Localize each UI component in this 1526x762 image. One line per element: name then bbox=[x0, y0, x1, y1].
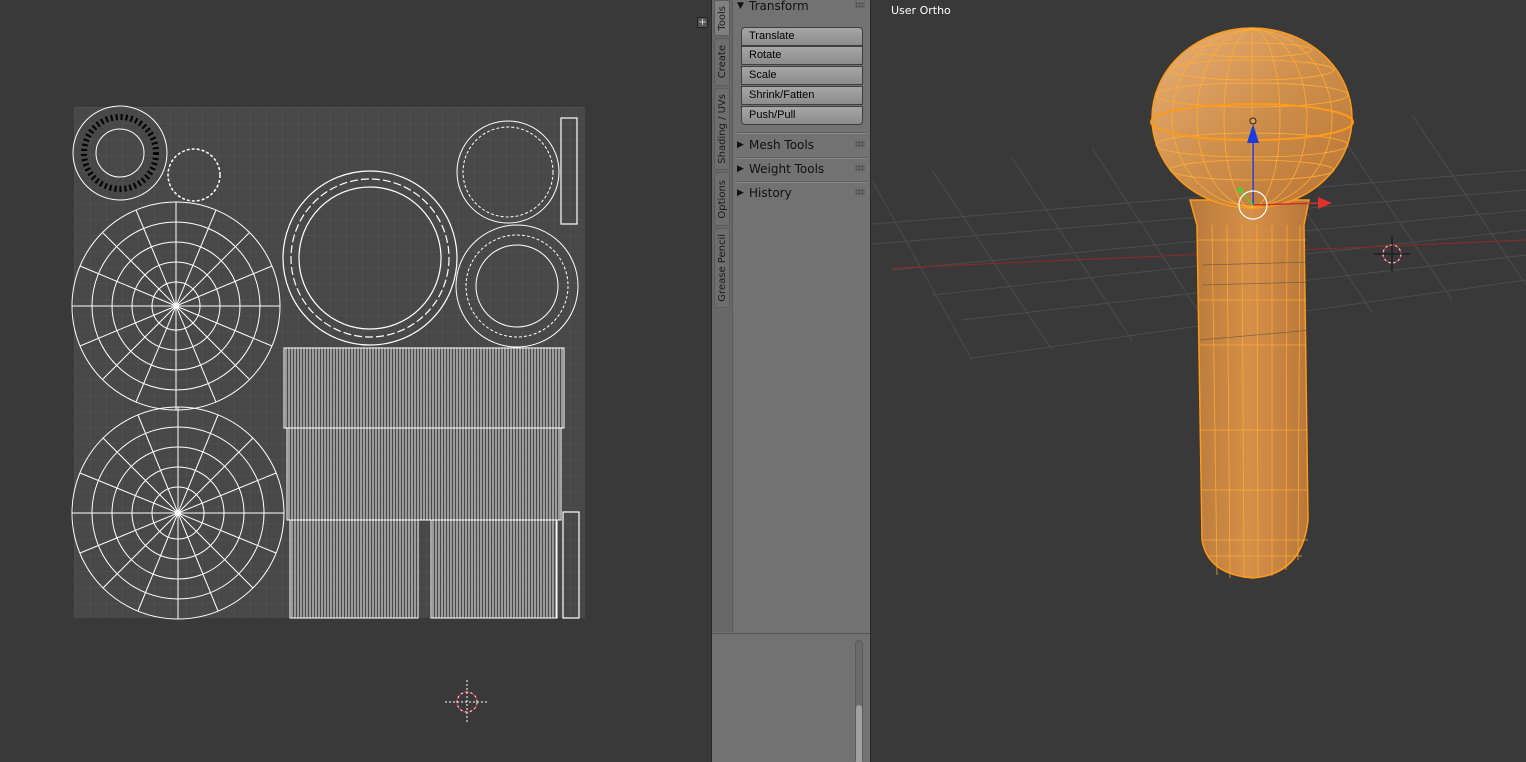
collapsed-arrow-icon: ▶ bbox=[737, 164, 744, 174]
operator-region bbox=[712, 633, 870, 762]
tool-shelf-tabs: Tools Create Shading / UVs Options Greas… bbox=[712, 0, 733, 632]
drag-grip-icon[interactable] bbox=[855, 189, 865, 195]
collapsed-arrow-icon: ▶ bbox=[737, 140, 744, 150]
uv-island-disc-top bbox=[71, 201, 281, 411]
panel-header-history[interactable]: ▶ History bbox=[737, 182, 867, 204]
panel-header-mesh-tools[interactable]: ▶ Mesh Tools bbox=[737, 134, 867, 156]
collapsed-arrow-icon: ▶ bbox=[737, 188, 744, 198]
tab-create[interactable]: Create bbox=[714, 38, 730, 86]
tool-shelf-panels: ▼ Transform Translate Rotate Scale Shrin… bbox=[733, 0, 870, 632]
panel-title-transform: Transform bbox=[749, 0, 809, 13]
3d-viewport[interactable]: User Ortho bbox=[872, 0, 1526, 762]
panel-title-mesh-tools: Mesh Tools bbox=[749, 138, 814, 152]
expanded-arrow-icon: ▼ bbox=[737, 1, 744, 11]
operator-scrollbar[interactable] bbox=[855, 640, 863, 762]
panel-header-transform[interactable]: ▼ Transform bbox=[737, 0, 867, 17]
scrollbar-thumb[interactable] bbox=[856, 705, 862, 762]
uv-canvas[interactable] bbox=[0, 0, 711, 762]
3d-cursor-icon bbox=[1374, 236, 1410, 272]
panel-header-weight-tools[interactable]: ▶ Weight Tools bbox=[737, 158, 867, 180]
mesh-body bbox=[1189, 199, 1310, 579]
view-label: User Ortho bbox=[891, 4, 951, 17]
tab-tools[interactable]: Tools bbox=[714, 0, 730, 36]
add-region-icon[interactable]: + bbox=[697, 17, 708, 28]
panel-title-history: History bbox=[749, 186, 792, 200]
drag-grip-icon[interactable] bbox=[855, 165, 865, 171]
drag-grip-icon[interactable] bbox=[855, 141, 865, 147]
tool-shelf: Tools Create Shading / UVs Options Greas… bbox=[711, 0, 871, 762]
uv-2d-cursor-icon bbox=[445, 680, 489, 724]
uv-island-disc-bottom bbox=[71, 406, 285, 620]
rotate-button[interactable]: Rotate bbox=[741, 46, 863, 65]
tab-shading-uvs[interactable]: Shading / UVs bbox=[714, 88, 730, 170]
tab-options[interactable]: Options bbox=[714, 172, 730, 226]
shrink-fatten-button[interactable]: Shrink/Fatten bbox=[741, 86, 863, 105]
scale-button[interactable]: Scale bbox=[741, 66, 863, 85]
translate-button[interactable]: Translate bbox=[741, 27, 863, 46]
tab-grease-pencil[interactable]: Grease Pencil bbox=[714, 228, 730, 308]
panel-title-weight-tools: Weight Tools bbox=[749, 162, 825, 176]
drag-grip-icon[interactable] bbox=[855, 2, 865, 8]
uv-editor[interactable]: + bbox=[0, 0, 711, 762]
viewport-canvas[interactable] bbox=[872, 0, 1526, 762]
push-pull-button[interactable]: Push/Pull bbox=[741, 106, 863, 125]
